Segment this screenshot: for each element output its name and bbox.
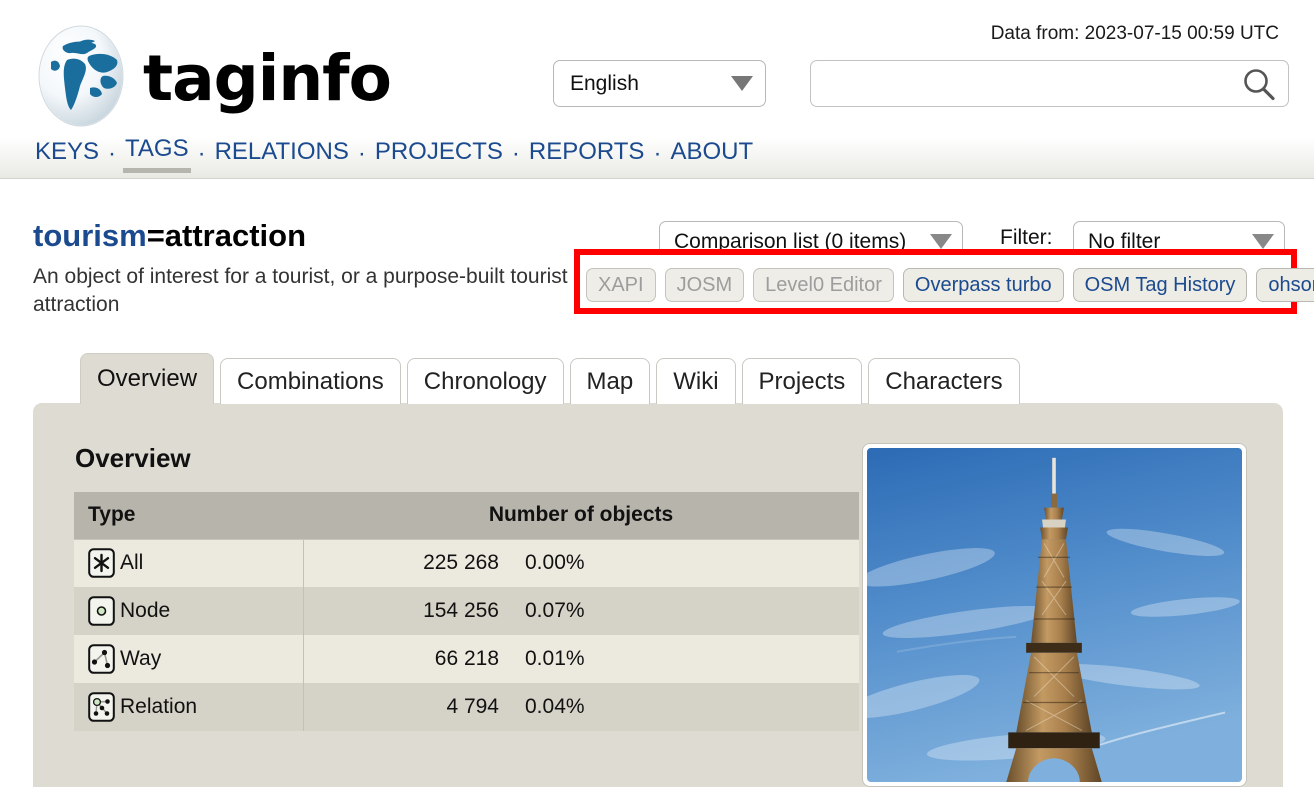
chevron-down-icon <box>930 234 952 249</box>
tool-button-josm: JOSM <box>664 268 745 302</box>
node-icon <box>88 596 115 626</box>
tool-button-level0-editor: Level0 Editor <box>753 268 894 302</box>
tab-map[interactable]: Map <box>569 358 651 404</box>
chevron-down-icon <box>1252 234 1274 249</box>
site-logo[interactable]: taginfo <box>33 22 392 130</box>
nav-item-relations[interactable]: RELATIONS <box>213 138 351 171</box>
language-select-value: English <box>570 71 639 95</box>
tool-button-ohsome[interactable]: ohsome <box>1256 268 1314 302</box>
tab-projects[interactable]: Projects <box>741 358 863 404</box>
tool-button-osm-tag-history[interactable]: OSM Tag History <box>1072 268 1248 302</box>
nav-item-keys[interactable]: KEYS <box>33 138 101 171</box>
nav-separator: · <box>197 140 206 167</box>
nav-links: KEYS · TAGS · RELATIONS · PROJECTS · REP… <box>33 135 755 173</box>
search-box[interactable] <box>810 60 1289 107</box>
language-select[interactable]: English <box>553 60 766 107</box>
data-timestamp: Data from: 2023-07-15 00:59 UTC <box>990 23 1279 44</box>
type-label: All <box>120 551 144 575</box>
search-icon[interactable] <box>1240 66 1278 102</box>
tag-key: tourism <box>33 218 147 253</box>
tag-value: attraction <box>164 218 307 253</box>
way-icon <box>88 644 115 674</box>
type-label: Node <box>120 599 171 622</box>
tag-title-block: tourism=attraction An object of interest… <box>33 218 653 320</box>
brand-info: info <box>257 41 392 115</box>
table-header-row: Type Number of objects <box>74 492 859 540</box>
table-row: Relation 4 794 0.04% <box>74 683 859 731</box>
tab-combinations[interactable]: Combinations <box>220 358 401 404</box>
overview-table: Type Number of objects All 225 268 0.00%… <box>74 492 859 731</box>
nav-separator: · <box>357 140 366 167</box>
page-title: tourism=attraction <box>33 218 653 254</box>
table-row: All 225 268 0.00% <box>74 539 859 587</box>
nav-separator: · <box>653 140 662 167</box>
all-icon <box>88 548 115 579</box>
nav-item-about[interactable]: ABOUT <box>668 138 755 171</box>
nav-item-tags[interactable]: TAGS <box>123 135 191 173</box>
main-navbar: KEYS · TAGS · RELATIONS · PROJECTS · REP… <box>0 135 1314 179</box>
column-header-type: Type <box>74 492 303 540</box>
table-row: Node 154 256 0.07% <box>74 587 859 635</box>
search-input[interactable] <box>811 61 1240 106</box>
tab-overview[interactable]: Overview <box>80 353 215 404</box>
type-label: Way <box>120 647 162 670</box>
relation-icon <box>88 692 115 722</box>
tool-button-xapi: XAPI <box>586 268 656 302</box>
tab-wiki[interactable]: Wiki <box>656 358 736 404</box>
tab-chronology[interactable]: Chronology <box>406 358 564 404</box>
chevron-down-icon <box>731 76 753 91</box>
nav-item-projects[interactable]: PROJECTS <box>373 138 505 171</box>
site-header: taginfo Data from: 2023-07-15 00:59 UTC … <box>0 0 1314 137</box>
type-label: Relation <box>120 695 198 718</box>
nav-item-reports[interactable]: REPORTS <box>527 138 647 171</box>
nav-separator: · <box>108 140 117 167</box>
object-count: 154 256 <box>303 587 499 635</box>
column-header-number-of-objects: Number of objects <box>303 492 859 540</box>
object-percent: 0.07% <box>499 587 859 635</box>
nav-separator: · <box>511 140 520 167</box>
external-tools-row: XAPI JOSM Level0 Editor Overpass turbo O… <box>586 268 1314 302</box>
object-percent: 0.01% <box>499 635 859 683</box>
filter-label: Filter: <box>1000 226 1053 249</box>
object-count: 66 218 <box>303 635 499 683</box>
brand-wordmark: taginfo <box>143 47 392 110</box>
tag-equals: = <box>146 218 165 253</box>
brand-tag: tag <box>143 41 259 115</box>
tag-image-frame <box>862 443 1247 787</box>
eiffel-tower-photo <box>867 448 1242 782</box>
object-percent: 0.04% <box>499 683 859 731</box>
object-percent: 0.00% <box>499 539 859 587</box>
table-row: Way 66 218 0.01% <box>74 635 859 683</box>
object-count: 4 794 <box>303 683 499 731</box>
tag-description: An object of interest for a tourist, or … <box>33 265 568 317</box>
object-count: 225 268 <box>303 539 499 587</box>
tab-bar: Overview Combinations Chronology Map Wik… <box>80 353 1020 404</box>
globe-icon <box>33 22 129 130</box>
tab-characters[interactable]: Characters <box>868 358 1020 404</box>
taginfo-page: taginfo Data from: 2023-07-15 00:59 UTC … <box>0 0 1314 787</box>
tool-button-overpass-turbo[interactable]: Overpass turbo <box>902 268 1064 302</box>
overview-heading: Overview <box>75 443 191 473</box>
